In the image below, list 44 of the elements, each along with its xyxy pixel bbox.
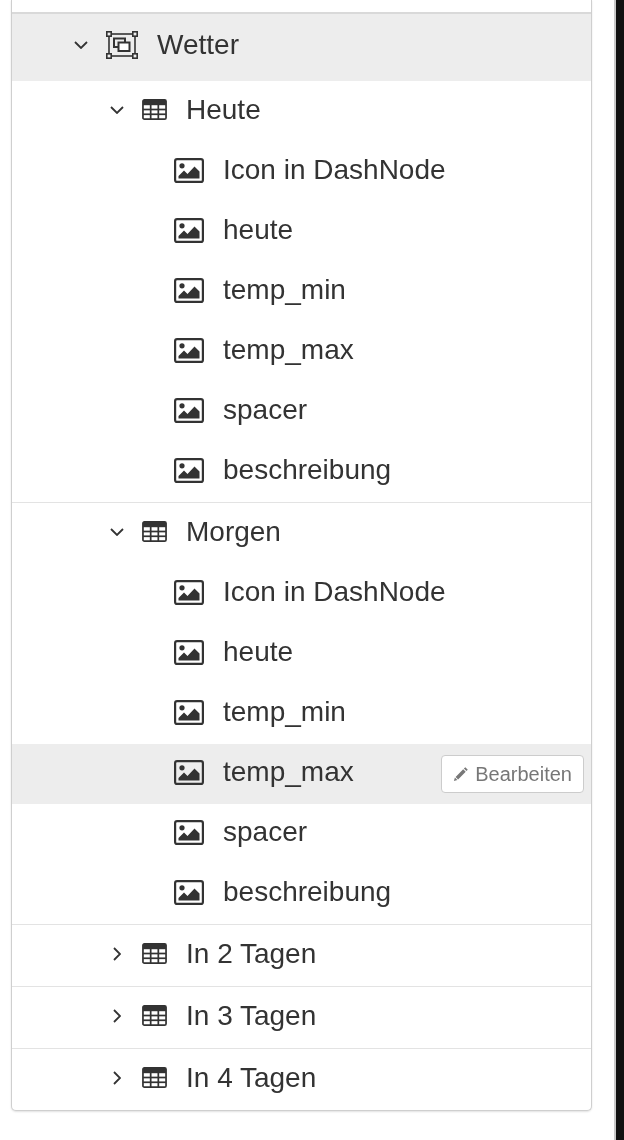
image-icon [174,457,204,483]
image-icon [174,579,204,605]
tree-item[interactable]: In 2 Tagen [12,925,591,986]
image-icon [174,759,204,785]
edit-button[interactable]: Bearbeiten [441,755,584,793]
image-icon [174,639,204,665]
tree-item[interactable]: heute [12,202,591,262]
pencil-icon [453,766,470,782]
tree-item[interactable]: temp_min [12,684,591,744]
tree-item[interactable]: Morgen [12,503,591,564]
tree-item[interactable]: Icon in DashNode [12,564,591,624]
tree-item[interactable]: Icon in DashNode [12,142,591,202]
chevron-right-icon[interactable] [113,1070,121,1085]
tree-item[interactable]: Heute [12,81,591,142]
image-icon [174,879,204,905]
tree-item[interactable]: In 3 Tagen [12,987,591,1048]
table-icon [142,943,167,964]
tree-item[interactable]: temp_max [12,322,591,382]
tree-item[interactable]: heute [12,624,591,684]
chevron-right-icon[interactable] [113,946,121,961]
tree-item[interactable]: spacer [12,382,591,442]
image-icon [174,277,204,303]
tree-item[interactable]: In 4 Tagen [12,1049,591,1110]
image-icon [174,337,204,363]
image-icon [174,699,204,725]
image-icon [174,397,204,423]
table-icon [142,1067,167,1088]
chevron-down-icon[interactable] [74,40,88,49]
tree-item[interactable]: temp_min [12,262,591,322]
tree-item[interactable]: Wetter [12,14,591,81]
object-group-icon [106,30,138,59]
image-icon [174,217,204,243]
image-icon [174,819,204,845]
table-icon [142,521,167,542]
tree-item[interactable]: beschreibung [12,442,591,502]
table-icon [142,99,167,120]
chevron-down-icon[interactable] [110,527,124,536]
image-icon [174,157,204,183]
tree-item[interactable]: spacer [12,804,591,864]
table-icon [142,1005,167,1026]
chevron-down-icon[interactable] [110,105,124,114]
tree-item[interactable]: beschreibung [12,864,591,924]
chevron-right-icon[interactable] [113,1008,121,1023]
tree-item[interactable]: temp_max Bearbeiten [12,744,591,804]
